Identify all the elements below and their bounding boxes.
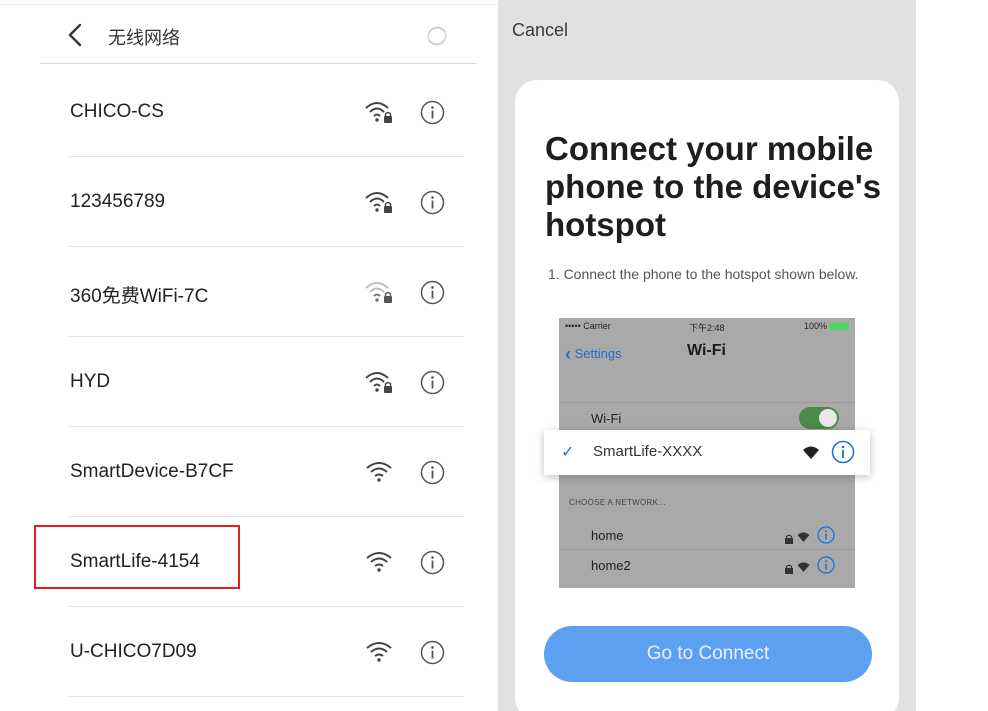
- margin-area: [916, 0, 988, 711]
- wifi-label: Wi-Fi: [591, 411, 622, 426]
- wifi-locked-icon: [364, 189, 394, 215]
- wifi-ssid: U-CHICO7D09: [70, 641, 197, 662]
- wifi-row[interactable]: SmartDevice-B7CF: [0, 427, 498, 517]
- network-row: home: [559, 522, 855, 550]
- wifi-toggle-row: Wi-Fi: [559, 402, 855, 432]
- status-bar: ••••• Carrier 下午2:48 100%: [559, 318, 855, 334]
- info-icon: [817, 556, 835, 574]
- info-icon[interactable]: [420, 190, 445, 215]
- wifi-header: 无线网络: [40, 8, 476, 64]
- wifi-icon: [797, 530, 810, 542]
- chevron-left-icon: [68, 23, 82, 47]
- carrier-label: ••••• Carrier: [565, 321, 611, 331]
- network-name: home: [591, 528, 624, 543]
- network-name: home2: [591, 558, 631, 573]
- refresh-button[interactable]: [424, 23, 450, 49]
- wifi-ssid: 123456789: [70, 191, 166, 212]
- wifi-row[interactable]: 360免费WiFi-7C: [0, 247, 498, 337]
- refresh-icon: [427, 26, 447, 46]
- battery-percent: 100%: [803, 321, 827, 331]
- ios-wifi-screenshot: ••••• Carrier 下午2:48 100% ‹ Settings Wi-…: [544, 318, 870, 588]
- wifi-settings-panel: 无线网络 CHICO-CS 123456789 360免费WiFi-7C HYD…: [0, 0, 498, 711]
- back-button[interactable]: [64, 22, 88, 48]
- wifi-locked-icon: [364, 99, 394, 125]
- go-to-connect-button[interactable]: Go to Connect: [544, 626, 872, 682]
- cancel-button[interactable]: Cancel: [512, 20, 568, 41]
- wifi-row[interactable]: U-CHICO7D09: [0, 607, 498, 697]
- wifi-icon: [797, 560, 810, 572]
- page-title: 无线网络: [108, 28, 180, 49]
- wifi-icon: [364, 639, 394, 665]
- settings-back-link: ‹ Settings: [565, 344, 622, 365]
- instruction-card: Connect your mobile phone to the device'…: [515, 80, 899, 711]
- wifi-icon: [364, 549, 394, 575]
- wifi-row[interactable]: 123456789: [0, 157, 498, 247]
- battery-icon: [829, 323, 849, 331]
- toggle-knob: [819, 409, 837, 427]
- wifi-ssid: CHICO-CS: [70, 101, 164, 122]
- wifi-icon: [802, 444, 820, 460]
- top-divider: [0, 4, 498, 5]
- step-instruction: 1. Connect the phone to the hotspot show…: [548, 266, 859, 282]
- wifi-ssid: HYD: [70, 371, 111, 392]
- selected-network-name: SmartLife-XXXX: [593, 443, 703, 460]
- battery-indicator: 100%: [804, 321, 849, 331]
- wifi-toggle: [799, 407, 839, 429]
- info-icon: [817, 526, 835, 544]
- card-title: Connect your mobile phone to the device'…: [545, 130, 882, 243]
- info-icon: [831, 440, 855, 464]
- back-label: Settings: [574, 346, 622, 361]
- info-icon[interactable]: [420, 550, 445, 575]
- status-time: 下午2:48: [689, 323, 725, 333]
- wifi-icon: [364, 459, 394, 485]
- wifi-row[interactable]: HYD: [0, 337, 498, 427]
- selected-network-row: ✓ SmartLife-XXXX: [544, 430, 870, 475]
- info-icon[interactable]: [420, 280, 445, 305]
- checkmark-icon: ✓: [561, 444, 575, 461]
- info-icon[interactable]: [420, 640, 445, 665]
- lock-icon: [785, 561, 793, 574]
- wifi-ssid: 360免费WiFi-7C: [70, 286, 209, 307]
- screen: 无线网络 CHICO-CS 123456789 360免费WiFi-7C HYD…: [0, 0, 988, 711]
- chevron-left-icon: ‹: [565, 344, 571, 364]
- connect-hotspot-modal: Cancel Connect your mobile phone to the …: [498, 0, 916, 711]
- wifi-locked-icon: [364, 369, 394, 395]
- info-icon[interactable]: [420, 460, 445, 485]
- lock-icon: [785, 531, 793, 544]
- highlight-box: [34, 525, 240, 589]
- wifi-ssid: SmartDevice-B7CF: [70, 461, 234, 482]
- choose-network-label: CHOOSE A NETWORK...: [569, 498, 666, 507]
- wifi-weak-locked-icon: [364, 279, 394, 305]
- row-divider: [68, 696, 464, 697]
- ios-title: Wi-Fi: [687, 342, 726, 359]
- info-icon[interactable]: [420, 370, 445, 395]
- network-row: home2: [559, 552, 855, 580]
- wifi-row[interactable]: CHICO-CS: [0, 67, 498, 157]
- info-icon[interactable]: [420, 100, 445, 125]
